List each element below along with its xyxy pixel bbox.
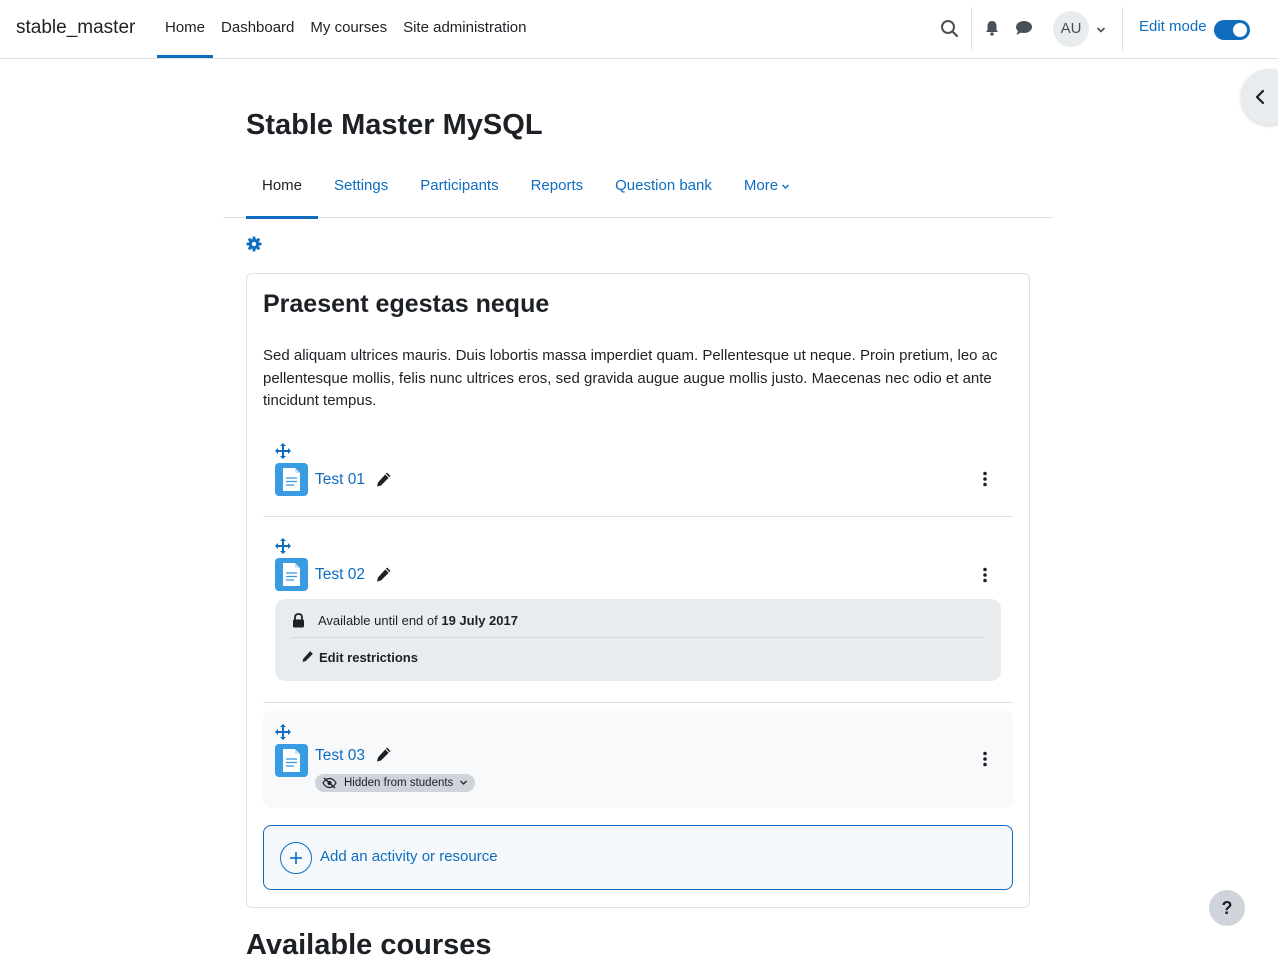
tab-question-bank[interactable]: Question bank bbox=[599, 156, 728, 218]
navbar-divider bbox=[971, 7, 972, 51]
hidden-badge-label: Hidden from students bbox=[344, 777, 454, 789]
nav-my-courses[interactable]: My courses bbox=[302, 0, 395, 58]
tab-reports[interactable]: Reports bbox=[515, 156, 600, 218]
notifications-button[interactable] bbox=[982, 18, 1002, 38]
activity-link[interactable]: Test 02 bbox=[315, 566, 365, 584]
hidden-from-students-badge[interactable]: Hidden from students bbox=[315, 774, 476, 792]
activity-item: Test 03 Hidden from students bbox=[263, 711, 1013, 808]
kebab-menu-icon[interactable] bbox=[982, 471, 988, 487]
pencil-icon[interactable] bbox=[375, 566, 392, 583]
search-icon bbox=[941, 20, 959, 38]
page-activity-icon bbox=[275, 744, 308, 777]
section-title: Praesent egestas neque bbox=[263, 290, 550, 318]
page-title: Stable Master MySQL bbox=[246, 109, 543, 141]
available-courses-heading: Available courses bbox=[246, 929, 492, 961]
primary-navigation: Home Dashboard My courses Site administr… bbox=[157, 0, 535, 58]
page-activity-icon bbox=[275, 558, 308, 591]
activity-item: Test 01 bbox=[263, 440, 1013, 515]
top-navbar: stable_master Home Dashboard My courses … bbox=[0, 0, 1278, 59]
nav-site-administration[interactable]: Site administration bbox=[395, 0, 534, 58]
restriction-prefix: Available until end of bbox=[318, 613, 442, 628]
user-menu-chevron[interactable] bbox=[1095, 23, 1107, 35]
restriction-text: Available until end of 19 July 2017 bbox=[318, 613, 518, 628]
edit-restrictions-label: Edit restrictions bbox=[319, 650, 418, 665]
navbar-divider bbox=[1122, 7, 1123, 51]
edit-restrictions-link[interactable]: Edit restrictions bbox=[301, 650, 418, 665]
availability-restriction: Available until end of 19 July 2017 Edit… bbox=[275, 599, 1001, 681]
chevron-down-icon bbox=[460, 780, 468, 785]
add-activity-button[interactable]: Add an activity or resource bbox=[263, 825, 1013, 890]
toggle-knob bbox=[1233, 23, 1247, 37]
restriction-divider bbox=[291, 637, 985, 638]
tab-home[interactable]: Home bbox=[246, 156, 319, 219]
nav-dashboard[interactable]: Dashboard bbox=[213, 0, 302, 58]
section-summary: Sed aliquam ultrices mauris. Duis lobort… bbox=[263, 347, 998, 409]
move-icon[interactable] bbox=[275, 724, 291, 740]
eye-slash-icon bbox=[322, 777, 337, 789]
course-section: Praesent egestas neque Sed aliquam ultri… bbox=[246, 273, 1030, 908]
activity-link[interactable]: Test 03 bbox=[315, 747, 365, 765]
lock-icon bbox=[293, 613, 304, 628]
page-activity-icon bbox=[275, 463, 308, 496]
secondary-navigation: Home Settings Participants Reports Quest… bbox=[223, 156, 1053, 219]
search-button[interactable] bbox=[936, 16, 964, 42]
gear-icon bbox=[246, 236, 262, 252]
chevron-left-icon bbox=[1255, 89, 1265, 105]
tab-participants[interactable]: Participants bbox=[404, 156, 514, 218]
messages-button[interactable] bbox=[1013, 18, 1035, 38]
open-drawer-button[interactable] bbox=[1241, 69, 1278, 125]
chat-icon bbox=[1016, 21, 1032, 35]
activity-link[interactable]: Test 01 bbox=[315, 471, 365, 489]
pencil-icon bbox=[302, 651, 313, 662]
pencil-icon[interactable] bbox=[375, 471, 392, 488]
tab-settings[interactable]: Settings bbox=[318, 156, 404, 218]
edit-mode-toggle[interactable] bbox=[1214, 20, 1250, 40]
kebab-menu-icon[interactable] bbox=[982, 567, 988, 583]
bell-icon bbox=[986, 21, 998, 36]
restriction-date: 19 July 2017 bbox=[441, 613, 518, 628]
help-button[interactable]: ? bbox=[1209, 890, 1245, 926]
nav-home[interactable]: Home bbox=[157, 0, 214, 58]
edit-mode-label[interactable]: Edit mode bbox=[1139, 18, 1207, 35]
add-activity-label: Add an activity or resource bbox=[320, 848, 498, 865]
pencil-icon[interactable] bbox=[375, 746, 392, 763]
tab-more[interactable]: More bbox=[728, 156, 806, 218]
user-avatar[interactable]: AU bbox=[1053, 11, 1089, 47]
chevron-down-icon bbox=[782, 184, 790, 189]
tab-more-label: More bbox=[743, 177, 779, 194]
move-icon[interactable] bbox=[275, 443, 291, 459]
activity-divider bbox=[263, 516, 1013, 517]
move-icon[interactable] bbox=[275, 538, 291, 554]
chevron-down-icon bbox=[1096, 27, 1106, 33]
course-settings-button[interactable] bbox=[246, 236, 262, 252]
activity-divider bbox=[263, 702, 1013, 703]
kebab-menu-icon[interactable] bbox=[982, 751, 988, 767]
site-brand[interactable]: stable_master bbox=[16, 17, 135, 39]
plus-icon bbox=[280, 842, 312, 874]
